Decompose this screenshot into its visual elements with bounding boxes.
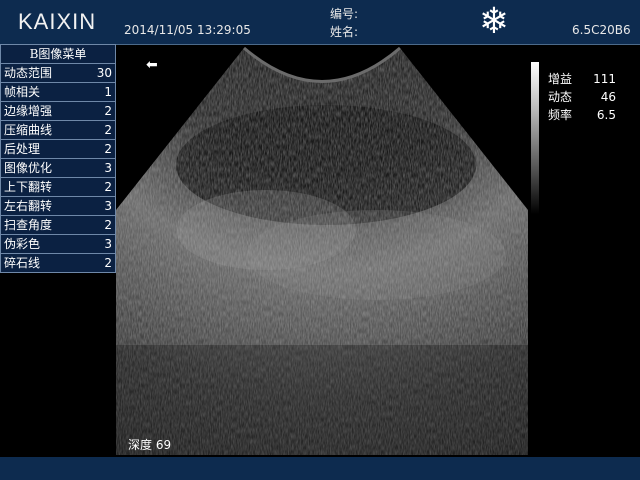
menu-item-value: 30 (96, 66, 112, 80)
menu-item-vertical-flip[interactable]: 上下翻转 2 (0, 177, 116, 196)
menu-item-post-process[interactable]: 后处理 2 (0, 139, 116, 158)
menu-item-dynamic-range[interactable]: 动态范围 30 (0, 63, 116, 82)
menu-item-label: 帧相关 (4, 85, 41, 99)
gain-row: 增益 111 (548, 70, 628, 88)
brand-logo: KAIXIN (18, 9, 97, 34)
menu-item-compression-curve[interactable]: 压缩曲线 2 (0, 120, 116, 139)
menu-item-label: 图像优化 (4, 161, 53, 175)
dynamic-value: 46 (600, 90, 616, 104)
ultrasound-image[interactable] (116, 45, 528, 455)
probe-model: 6.5C20B6 (572, 23, 631, 37)
bottom-status-bar (0, 457, 640, 480)
grayscale-bar (531, 62, 539, 214)
menu-item-label: 动态范围 (4, 66, 53, 80)
menu-item-frame-correlation[interactable]: 帧相关 1 (0, 82, 116, 101)
menu-item-value: 3 (104, 237, 112, 251)
menu-item-image-optimize[interactable]: 图像优化 3 (0, 158, 116, 177)
menu-item-value: 3 (104, 161, 112, 175)
menu-item-value: 1 (104, 85, 112, 99)
menu-item-value: 2 (104, 256, 112, 270)
sector-scan-image (116, 46, 528, 455)
menu-item-lithotripsy-line[interactable]: 碎石线 2 (0, 253, 116, 273)
left-arrow-icon: ⬅ (146, 57, 158, 73)
menu-item-label: 扫查角度 (4, 218, 53, 232)
depth-readout: 深度 69 (128, 438, 172, 452)
menu-item-value: 2 (104, 180, 112, 194)
menu-item-label: 碎石线 (4, 256, 41, 270)
gain-label: 增益 (548, 72, 573, 86)
frequency-value: 6.5 (596, 108, 616, 122)
patient-number-label[interactable]: 编号: (330, 5, 358, 22)
b-image-menu: B图像菜单 动态范围 30 帧相关 1 边缘增强 2 压缩曲线 2 后处理 2 图像优化 3… (0, 44, 116, 273)
parameter-readout: 增益 111 动态 46 频率 6.5 (548, 70, 628, 124)
menu-item-value: 2 (104, 218, 112, 232)
menu-item-label: 压缩曲线 (4, 123, 53, 137)
frequency-row: 频率 6.5 (548, 106, 628, 124)
menu-item-value: 2 (104, 142, 112, 156)
menu-item-label: 后处理 (4, 142, 41, 156)
menu-item-value: 2 (104, 104, 112, 118)
menu-title: B图像菜单 (0, 44, 116, 63)
menu-item-label: 伪彩色 (4, 237, 41, 251)
top-header: KAIXIN 2014/11/05 13:29:05 编号: 姓名: ❄ 6.5… (0, 0, 640, 44)
gain-value: 111 (593, 72, 616, 86)
frequency-label: 频率 (548, 108, 573, 122)
snowflake-icon[interactable]: ❄ (474, 3, 514, 41)
menu-item-label: 边缘增强 (4, 104, 53, 118)
menu-item-value: 2 (104, 123, 112, 137)
date-time: 2014/11/05 13:29:05 (124, 23, 251, 37)
dynamic-row: 动态 46 (548, 88, 628, 106)
dynamic-label: 动态 (548, 90, 573, 104)
menu-item-label: 左右翻转 (4, 199, 53, 213)
menu-item-label: 上下翻转 (4, 180, 53, 194)
menu-item-value: 3 (104, 199, 112, 213)
menu-item-horizontal-flip[interactable]: 左右翻转 3 (0, 196, 116, 215)
menu-item-edge-enhance[interactable]: 边缘增强 2 (0, 101, 116, 120)
menu-item-scan-angle[interactable]: 扫查角度 2 (0, 215, 116, 234)
patient-name-label[interactable]: 姓名: (330, 23, 358, 40)
menu-item-pseudo-color[interactable]: 伪彩色 3 (0, 234, 116, 253)
